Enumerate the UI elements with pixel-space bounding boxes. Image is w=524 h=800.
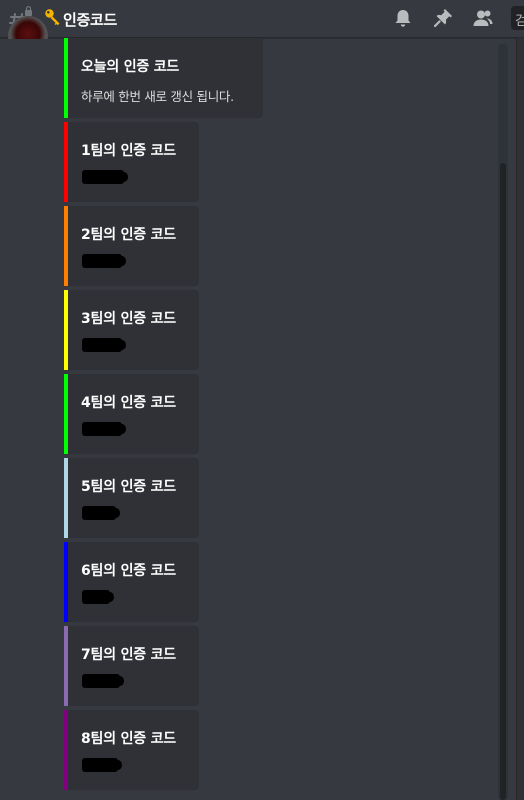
channel-name[interactable]: 인증코드 xyxy=(63,9,117,30)
redacted-code xyxy=(82,338,126,352)
embed-team-3-code: 3팀의 인증 코드 xyxy=(64,290,199,370)
search-input[interactable]: 검 xyxy=(511,6,524,30)
member-list-edge xyxy=(516,38,524,800)
redacted-code xyxy=(82,422,126,436)
embed-title: 5팀의 인증 코드 xyxy=(81,479,176,495)
embed-team-4-code: 4팀의 인증 코드 xyxy=(64,374,199,454)
redacted-code xyxy=(82,170,128,184)
embed-description: 하루에 한번 새로 갱신 됩니다. xyxy=(81,89,234,104)
embed-title: 2팀의 인증 코드 xyxy=(81,227,176,243)
redacted-code xyxy=(82,590,114,604)
embed-team-8-code: 8팀의 인증 코드 xyxy=(64,710,199,790)
redacted-code xyxy=(82,674,124,688)
redacted-code xyxy=(82,758,122,772)
embed-title: 6팀의 인증 코드 xyxy=(81,563,176,579)
redacted-code xyxy=(82,254,126,268)
embed-title: 7팀의 인증 코드 xyxy=(81,647,176,663)
embed-today-code: 오늘의 인증 코드 하루에 한번 새로 갱신 됩니다. xyxy=(64,38,263,118)
members-icon[interactable] xyxy=(472,7,494,29)
avatar-mask xyxy=(0,39,60,79)
embed-team-6-code: 6팀의 인증 코드 xyxy=(64,542,199,622)
scrollbar-thumb[interactable] xyxy=(500,163,506,800)
embed-title: 8팀의 인증 코드 xyxy=(81,731,176,747)
pin-icon[interactable] xyxy=(432,7,454,29)
embed-team-2-code: 2팀의 인증 코드 xyxy=(64,206,199,286)
channel-header: 인증코드 검 xyxy=(0,0,524,38)
key-icon xyxy=(45,9,60,26)
embed-title: 4팀의 인증 코드 xyxy=(81,395,176,411)
embed-team-5-code: 5팀의 인증 코드 xyxy=(64,458,199,538)
embed-title: 3팀의 인증 코드 xyxy=(81,311,176,327)
embed-team-7-code: 7팀의 인증 코드 xyxy=(64,626,199,706)
embed-title: 1팀의 인증 코드 xyxy=(81,143,176,159)
bell-icon[interactable] xyxy=(392,7,414,29)
embed-title: 오늘의 인증 코드 xyxy=(81,59,180,75)
redacted-code xyxy=(82,506,120,520)
embed-team-1-code: 1팀의 인증 코드 xyxy=(64,122,199,202)
